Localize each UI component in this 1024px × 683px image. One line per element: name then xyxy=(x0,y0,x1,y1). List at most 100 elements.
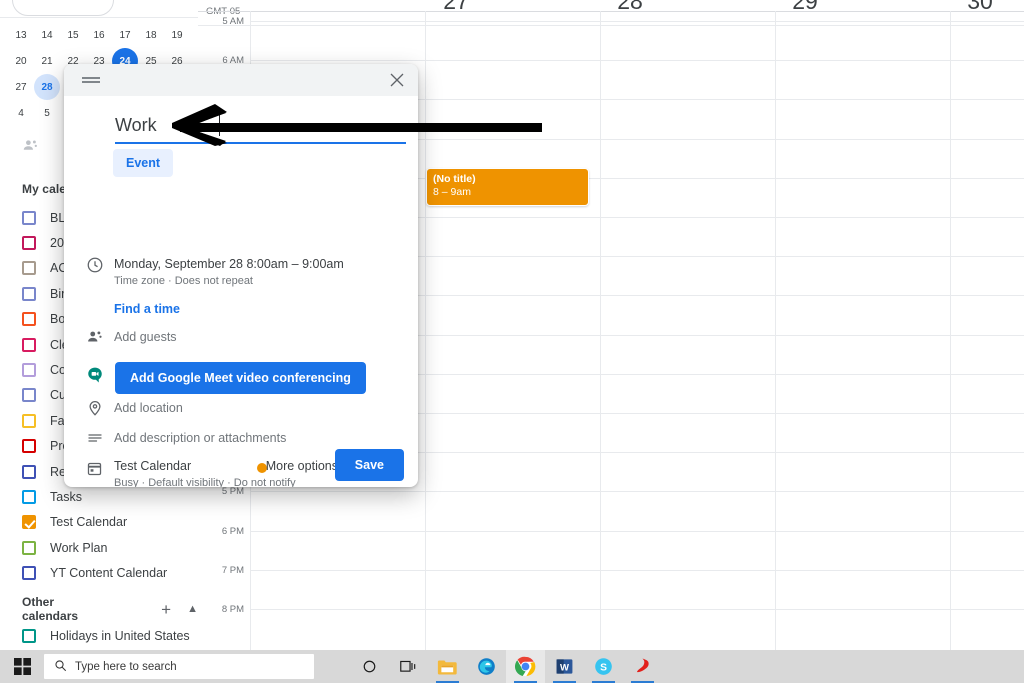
calendar-checkbox[interactable] xyxy=(22,489,36,504)
calendar-checkbox[interactable] xyxy=(22,363,36,378)
search-placeholder: Type here to search xyxy=(75,660,177,673)
cortana-icon[interactable] xyxy=(350,650,389,683)
windows-start-icon[interactable] xyxy=(0,650,44,683)
add-guests-text[interactable]: Add guests xyxy=(114,330,177,344)
mini-calendar-day[interactable]: 20 xyxy=(8,48,34,74)
mini-calendar-day[interactable]: 21 xyxy=(34,48,60,74)
svg-text:S: S xyxy=(600,662,607,673)
mini-calendar-day[interactable]: 18 xyxy=(138,22,164,48)
hour-gridline xyxy=(250,21,1024,22)
datetime-sub[interactable]: Time zone · Does not repeat xyxy=(114,275,253,287)
calendar-label: Test Calendar xyxy=(50,515,128,530)
add-location-text[interactable]: Add location xyxy=(114,401,183,415)
calendar-checkbox[interactable] xyxy=(22,388,36,403)
day-column-line xyxy=(425,11,426,650)
calendar-checkbox[interactable] xyxy=(22,210,36,225)
tab-event[interactable]: Event xyxy=(113,149,174,177)
calendar-checkbox[interactable] xyxy=(22,540,36,555)
event-quick-create-dialog: Event Monday, September 28 8:00am – 9:00… xyxy=(64,64,418,487)
calendar-checkbox[interactable] xyxy=(22,236,36,251)
screen: 1314151617181920212223242526272829301234… xyxy=(0,0,1024,683)
calendar-checkbox[interactable] xyxy=(22,286,36,301)
mini-calendar-day[interactable]: 13 xyxy=(8,22,34,48)
calendar-checkbox[interactable] xyxy=(22,439,36,454)
hour-label: 5 AM xyxy=(222,16,244,27)
hour-label: 7 PM xyxy=(221,564,244,576)
plus-icon[interactable]: + xyxy=(161,601,171,618)
hour-gridline xyxy=(250,530,1024,532)
mini-calendar-day[interactable]: 27 xyxy=(8,74,34,100)
event-time: 8 – 9am xyxy=(433,186,471,198)
sidebar-item-test-calendar[interactable]: Test Calendar xyxy=(0,510,198,535)
calendar-checkbox[interactable] xyxy=(22,464,36,479)
allday-rule xyxy=(198,25,1024,26)
mini-calendar-day[interactable]: 17 xyxy=(112,22,138,48)
sidebar-divider xyxy=(0,17,198,18)
mini-calendar-week: 13 14 15 16 17 18 19 xyxy=(8,22,190,48)
sidebar-item-tasks[interactable]: Tasks xyxy=(0,484,198,509)
google-chrome-icon[interactable] xyxy=(506,650,545,683)
calendar-checkbox[interactable] xyxy=(22,261,36,276)
drag-handle-icon[interactable] xyxy=(82,77,100,79)
people-search-icon xyxy=(23,139,37,150)
people-icon xyxy=(86,328,106,348)
mini-calendar-day[interactable]: 28 xyxy=(34,74,60,100)
calendar-label: YT Content Calendar xyxy=(50,566,168,581)
mini-calendar-day[interactable]: 15 xyxy=(60,22,86,48)
sidebar-item-holidays[interactable]: Holidays in United States xyxy=(0,623,198,648)
day-header[interactable]: 27 xyxy=(426,0,486,15)
calendar-label: Work Plan xyxy=(50,540,108,555)
datetime-text[interactable]: Monday, September 28 8:00am – 9:00am xyxy=(114,257,344,271)
magnifier-icon xyxy=(54,659,67,675)
mini-calendar-day[interactable]: 14 xyxy=(34,22,60,48)
windows-taskbar: Type here to search W S xyxy=(0,650,1024,683)
sidebar-item-work-plan[interactable]: Work Plan xyxy=(0,535,198,560)
chevron-up-icon[interactable]: ▲ xyxy=(187,603,198,615)
description-icon xyxy=(86,429,106,449)
mini-calendar-day[interactable]: 16 xyxy=(86,22,112,48)
day-column-line xyxy=(775,11,776,650)
add-google-meet-button[interactable]: Add Google Meet video conferencing xyxy=(115,362,366,394)
microsoft-word-icon[interactable]: W xyxy=(545,650,584,683)
day-column-line xyxy=(600,11,601,650)
add-description-text[interactable]: Add description or attachments xyxy=(114,431,286,445)
task-view-icon[interactable] xyxy=(389,650,428,683)
adobe-acrobat-icon[interactable] xyxy=(623,650,662,683)
close-icon[interactable] xyxy=(386,69,408,91)
hour-label: 5 PM xyxy=(221,486,244,498)
file-explorer-icon[interactable] xyxy=(428,650,467,683)
other-calendars-list: Holidays in United States xyxy=(0,623,198,648)
microsoft-edge-icon[interactable] xyxy=(467,650,506,683)
mini-calendar-day[interactable]: 5 xyxy=(34,100,60,126)
other-calendars-section: Other calendars + ▲ Holidays in United S… xyxy=(0,595,198,648)
skype-icon[interactable]: S xyxy=(584,650,623,683)
day-header[interactable]: 29 xyxy=(775,0,835,15)
day-header[interactable]: 30 xyxy=(950,0,1010,15)
search-pill[interactable] xyxy=(12,0,114,16)
calendar-checkbox[interactable] xyxy=(22,312,36,327)
find-a-time-link[interactable]: Find a time xyxy=(114,302,180,316)
other-calendars-header[interactable]: Other calendars + ▲ xyxy=(0,595,198,623)
calendar-event[interactable]: (No title) 8 – 9am xyxy=(426,168,589,206)
mini-calendar-day[interactable]: 4 xyxy=(8,100,34,126)
hour-gridline xyxy=(250,491,1024,493)
hour-gridline xyxy=(250,569,1024,571)
save-button[interactable]: Save xyxy=(334,449,404,481)
more-options-button[interactable]: More options xyxy=(266,459,338,473)
dialog-header[interactable] xyxy=(64,64,418,96)
taskbar-search[interactable]: Type here to search xyxy=(44,654,314,679)
mini-calendar-day[interactable]: 19 xyxy=(164,22,190,48)
calendar-checkbox[interactable] xyxy=(22,413,36,428)
event-title-input[interactable] xyxy=(115,110,406,144)
google-meet-icon xyxy=(86,366,106,386)
event-title: (No title) xyxy=(433,173,476,185)
calendar-checkbox[interactable] xyxy=(22,337,36,352)
calendar-name[interactable]: Test Calendar xyxy=(114,459,191,473)
calendar-checkbox[interactable] xyxy=(22,566,36,581)
calendar-checkbox[interactable] xyxy=(22,515,36,530)
day-column-line xyxy=(950,11,951,650)
day-header[interactable]: 28 xyxy=(600,0,660,15)
clock-icon xyxy=(86,256,106,276)
calendar-checkbox[interactable] xyxy=(22,628,36,643)
sidebar-item-yt-content-calendar[interactable]: YT Content Calendar xyxy=(0,560,198,585)
